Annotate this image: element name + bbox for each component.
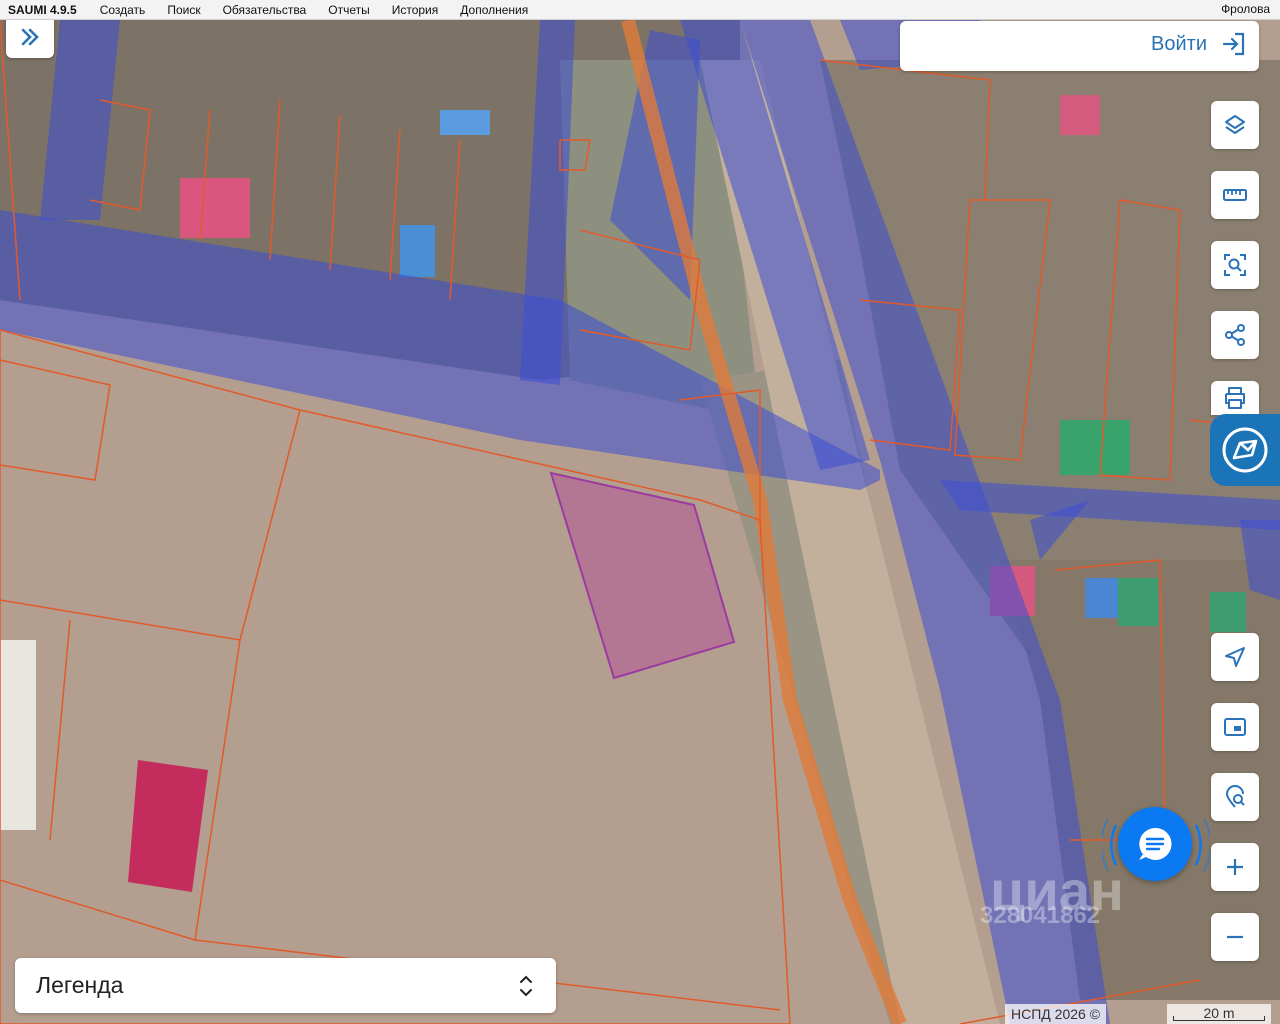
ruler-button[interactable] (1211, 171, 1259, 219)
map-search-button[interactable] (1211, 773, 1259, 821)
expand-panel-button[interactable] (6, 16, 54, 58)
menubar: SAUMI 4.9.5 Создать Поиск Обязательства … (0, 0, 1280, 20)
watermark-number: 328041862 (980, 902, 1101, 929)
area-search-icon (1224, 254, 1246, 276)
menu-create[interactable]: Создать (89, 3, 157, 17)
zoom-in-button[interactable] (1211, 843, 1259, 891)
menu-history[interactable]: История (381, 3, 450, 17)
minimap-icon (1224, 718, 1246, 736)
locate-button[interactable] (1211, 633, 1259, 681)
side-panel-tab[interactable] (1210, 414, 1280, 486)
printer-icon (1225, 387, 1245, 409)
menu-reports[interactable]: Отчеты (317, 3, 380, 17)
print-button[interactable] (1211, 381, 1259, 415)
scale-line (1173, 1016, 1265, 1021)
legend-panel[interactable]: Легенда (15, 958, 556, 1013)
menu-obligations[interactable]: Обязательства (212, 3, 318, 17)
minimap-button[interactable] (1211, 703, 1259, 751)
chat-widget[interactable] (1102, 795, 1210, 895)
legend-label: Легенда (36, 972, 124, 998)
login-panel: Войти (900, 21, 1259, 71)
layers-button[interactable] (1211, 101, 1259, 149)
minus-icon (1227, 935, 1243, 939)
login-label: Войти (1151, 32, 1207, 55)
login-arrow-icon (1222, 32, 1245, 56)
app-title: SAUMI 4.9.5 (8, 2, 77, 17)
login-button[interactable]: Войти (1151, 31, 1247, 57)
menu-search[interactable]: Поиск (156, 3, 211, 17)
navigation-arrow-icon (1225, 647, 1245, 667)
map-document-icon (1222, 427, 1268, 473)
layers-icon (1225, 115, 1245, 134)
chevron-updown-icon[interactable] (518, 972, 534, 1000)
scale-bar: 20 m (1167, 1004, 1271, 1024)
area-select-button[interactable] (1211, 241, 1259, 289)
copyright-text: НСПД 2026 © (1005, 1004, 1107, 1024)
double-chevron-right-icon (21, 28, 39, 46)
menu-addons[interactable]: Дополнения (449, 3, 539, 17)
ruler-icon (1223, 189, 1247, 201)
chat-icon (1139, 827, 1172, 860)
chat-button[interactable] (1118, 807, 1192, 881)
share-button[interactable] (1211, 311, 1259, 359)
map-search-icon (1225, 785, 1245, 808)
share-icon (1225, 324, 1245, 346)
zoom-out-button[interactable] (1211, 913, 1259, 961)
plus-icon (1227, 859, 1243, 875)
user-name[interactable]: Фролова (1221, 2, 1270, 16)
